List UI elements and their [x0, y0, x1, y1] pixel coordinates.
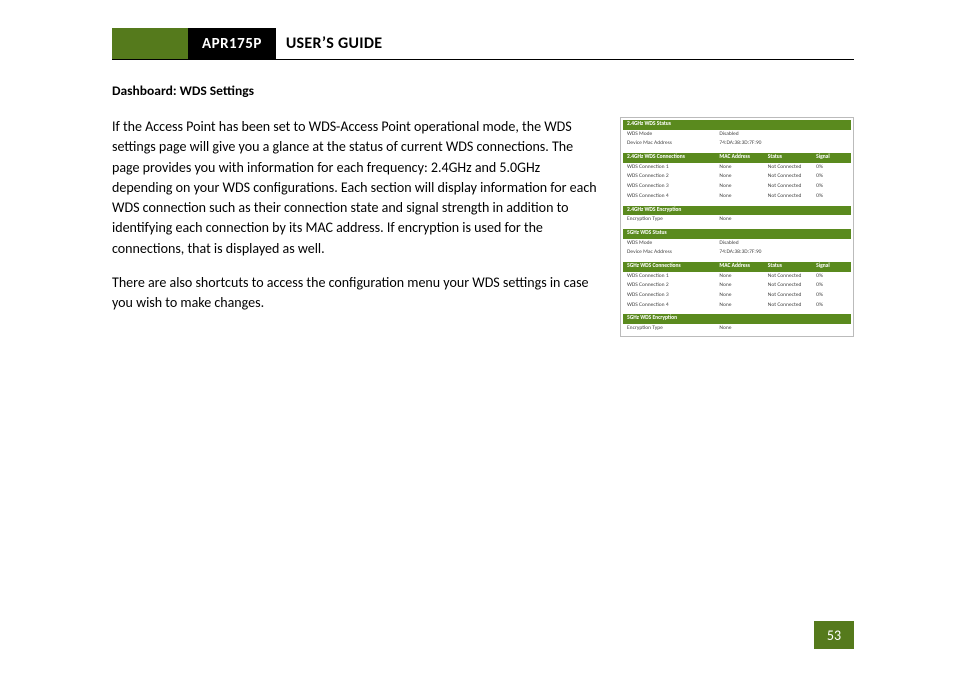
panel-label: Device Mac Address — [627, 249, 719, 257]
panel-row: WDS Connection 1 None Not Connected 0% — [623, 163, 851, 173]
panel-section-title: 5GHz WDS Status — [627, 230, 847, 238]
panel-section-header: 5GHz WDS Connections MAC Address Status … — [623, 262, 851, 272]
panel-cell: Not Connected — [768, 164, 816, 172]
wds-settings-screenshot: 2.4GHz WDS Status WDS Mode Disabled Devi… — [620, 117, 854, 337]
panel-cell: 0% — [816, 183, 847, 191]
panel-cell: None — [719, 273, 767, 281]
panel-col-header: Signal — [816, 154, 847, 162]
panel-cell: None — [719, 173, 767, 181]
panel-col-header: MAC Address — [719, 263, 767, 271]
panel-label: Device Mac Address — [627, 140, 719, 148]
section-heading: Dashboard: WDS Settings — [112, 82, 854, 99]
panel-cell: Not Connected — [768, 292, 816, 300]
body-text: If the Access Point has been set to WDS-… — [112, 117, 602, 328]
panel-row: WDS Mode Disabled — [623, 130, 851, 140]
panel-section-title: 2.4GHz WDS Connections — [627, 154, 719, 162]
panel-cell: WDS Connection 2 — [627, 282, 719, 290]
panel-row: WDS Mode Disabled — [623, 239, 851, 249]
panel-label: Encryption Type — [627, 325, 719, 333]
panel-cell: WDS Connection 3 — [627, 292, 719, 300]
panel-cell: WDS Connection 3 — [627, 183, 719, 191]
panel-row: Encryption Type None — [623, 324, 851, 334]
panel-section-header: 2.4GHz WDS Encryption — [623, 206, 851, 216]
panel-cell: Not Connected — [768, 173, 816, 181]
document-title: USER’S GUIDE — [276, 28, 383, 59]
page-number: 53 — [814, 621, 854, 649]
panel-cell: 0% — [816, 164, 847, 172]
panel-section-header: 5GHz WDS Encryption — [623, 314, 851, 324]
panel-cell: None — [719, 292, 767, 300]
panel-section-header: 5GHz WDS Status — [623, 229, 851, 239]
panel-cell: Not Connected — [768, 183, 816, 191]
panel-row: WDS Connection 1 None Not Connected 0% — [623, 272, 851, 282]
panel-section-header: 2.4GHz WDS Status — [623, 120, 851, 130]
paragraph: There are also shortcuts to access the c… — [112, 273, 602, 314]
panel-col-header: Status — [768, 263, 816, 271]
product-model: APR175P — [188, 28, 276, 59]
panel-cell: Not Connected — [768, 273, 816, 281]
panel-cell: None — [719, 302, 767, 310]
panel-section-title: 2.4GHz WDS Encryption — [627, 207, 847, 215]
panel-row: WDS Connection 3 None Not Connected 0% — [623, 291, 851, 301]
panel-value: Disabled — [719, 131, 767, 139]
panel-col-header: MAC Address — [719, 154, 767, 162]
panel-section-title: 5GHz WDS Connections — [627, 263, 719, 271]
panel-cell: 0% — [816, 273, 847, 281]
header-accent-block — [112, 28, 188, 59]
panel-row: WDS Connection 4 None Not Connected 0% — [623, 192, 851, 202]
panel-cell: 0% — [816, 282, 847, 290]
panel-cell: 0% — [816, 173, 847, 181]
panel-cell: None — [719, 193, 767, 201]
panel-cell: Not Connected — [768, 282, 816, 290]
page-header: APR175P USER’S GUIDE — [112, 28, 854, 60]
panel-cell: 0% — [816, 302, 847, 310]
panel-cell: WDS Connection 4 — [627, 193, 719, 201]
panel-cell: None — [719, 282, 767, 290]
panel-row: WDS Connection 2 None Not Connected 0% — [623, 172, 851, 182]
panel-row: Device Mac Address 74:DA:38:3D:7F:90 — [623, 139, 851, 149]
panel-value: 74:DA:38:3D:7F:90 — [719, 249, 767, 257]
panel-cell: None — [719, 164, 767, 172]
panel-cell: 0% — [816, 292, 847, 300]
panel-row: Encryption Type None — [623, 215, 851, 225]
panel-label: WDS Mode — [627, 240, 719, 248]
panel-value: Disabled — [719, 240, 767, 248]
panel-cell: 0% — [816, 193, 847, 201]
paragraph: If the Access Point has been set to WDS-… — [112, 117, 602, 259]
panel-cell: WDS Connection 4 — [627, 302, 719, 310]
panel-label: WDS Mode — [627, 131, 719, 139]
panel-label: Encryption Type — [627, 216, 719, 224]
panel-section-title: 2.4GHz WDS Status — [627, 121, 847, 129]
panel-col-header: Status — [768, 154, 816, 162]
panel-row: Device Mac Address 74:DA:38:3D:7F:90 — [623, 248, 851, 258]
panel-row: WDS Connection 4 None Not Connected 0% — [623, 301, 851, 311]
panel-cell: Not Connected — [768, 302, 816, 310]
panel-cell: Not Connected — [768, 193, 816, 201]
panel-row: WDS Connection 3 None Not Connected 0% — [623, 182, 851, 192]
panel-value: None — [719, 216, 767, 224]
panel-value: None — [719, 325, 767, 333]
panel-cell: None — [719, 183, 767, 191]
panel-section-header: 2.4GHz WDS Connections MAC Address Statu… — [623, 153, 851, 163]
panel-value: 74:DA:38:3D:7F:90 — [719, 140, 767, 148]
panel-cell: WDS Connection 1 — [627, 164, 719, 172]
panel-col-header: Signal — [816, 263, 847, 271]
panel-cell: WDS Connection 2 — [627, 173, 719, 181]
panel-row: WDS Connection 2 None Not Connected 0% — [623, 281, 851, 291]
panel-cell: WDS Connection 1 — [627, 273, 719, 281]
panel-section-title: 5GHz WDS Encryption — [627, 315, 847, 323]
